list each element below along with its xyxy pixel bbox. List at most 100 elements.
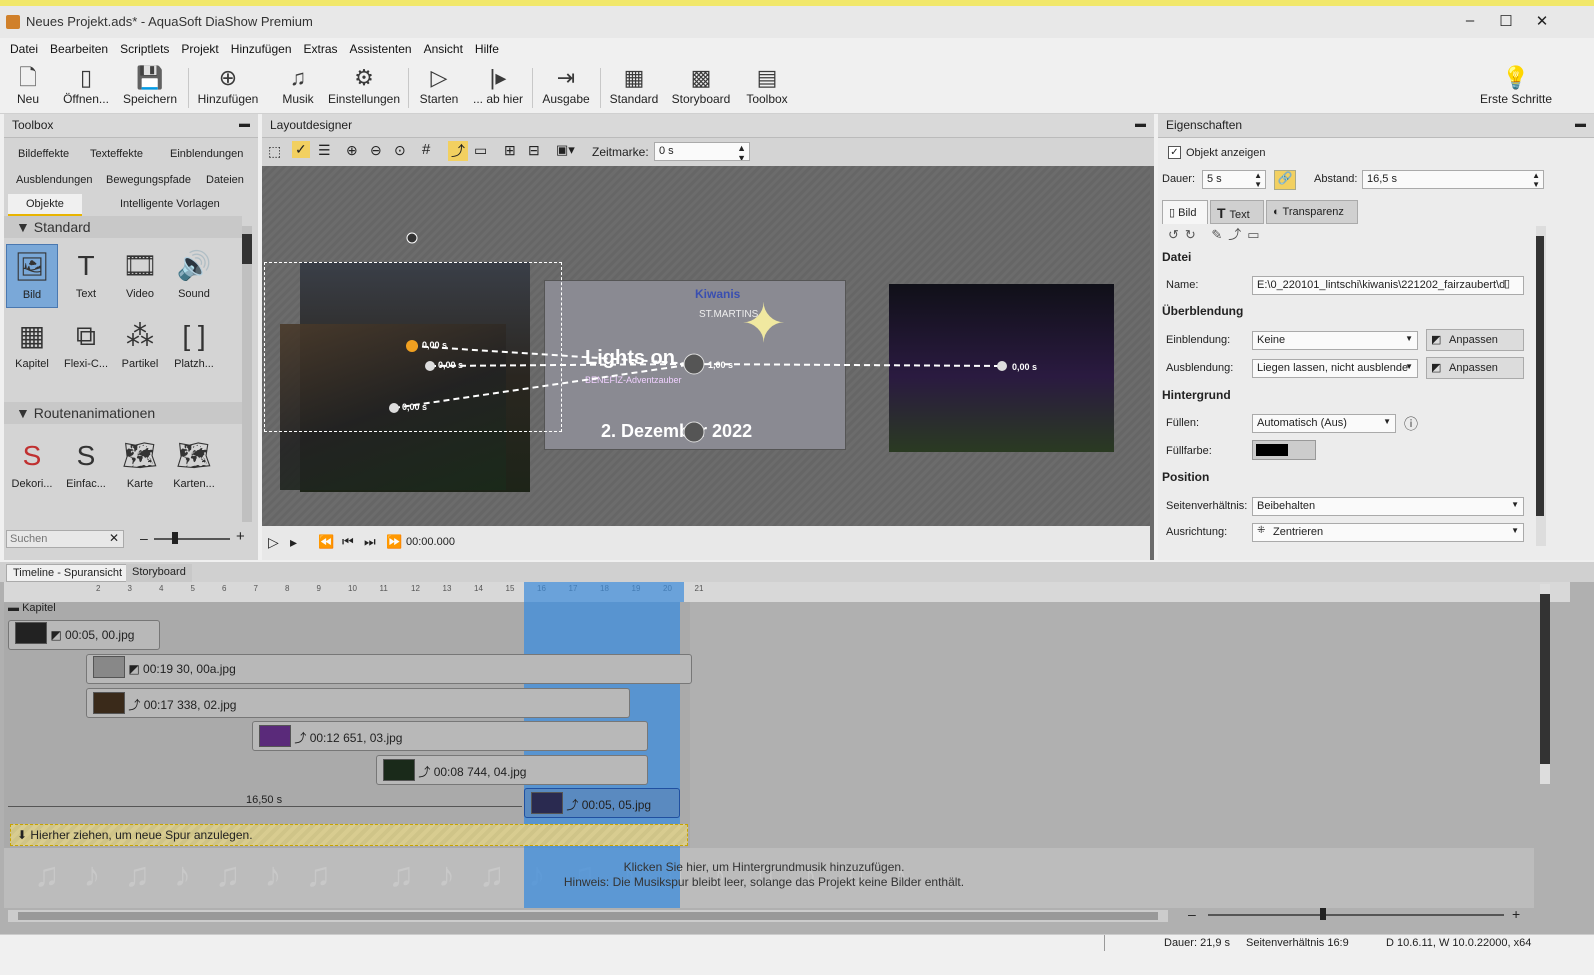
close-button[interactable]: ✕ <box>1532 12 1552 32</box>
menu-assistenten[interactable]: Assistenten <box>344 38 418 56</box>
spinner-icon[interactable]: ▲ ▼ <box>737 143 746 160</box>
tab-bildeffekte[interactable]: Bildeffekte <box>18 148 69 160</box>
tool-flexi-collage[interactable]: ⧉ Flexi-C... <box>60 314 112 378</box>
fuellen-select[interactable]: Automatisch (Aus) ▼ <box>1252 414 1396 433</box>
timeline-zoom-thumb[interactable] <box>1320 908 1326 920</box>
timeline-zoom-in[interactable]: + <box>1512 906 1520 922</box>
tab-bewegungspfade[interactable]: Bewegungspfade <box>106 174 191 186</box>
fill-color-picker[interactable] <box>1252 440 1316 460</box>
ausblendung-select[interactable]: Liegen lassen, nicht ausblende ▼ <box>1252 359 1418 378</box>
add-keyframe-icon[interactable]: ⊞ <box>504 142 516 159</box>
scrollbar-thumb[interactable] <box>242 234 252 264</box>
new-track-dropzone[interactable]: ⬇ Hierher ziehen, um neue Spur anzulegen… <box>10 824 688 846</box>
zoom-out-button[interactable]: – <box>140 530 148 546</box>
tab-objekte[interactable]: Objekte <box>8 194 82 216</box>
toolbox-search[interactable]: ✕ <box>6 530 124 548</box>
open-button[interactable]: ▯ Öffnen... <box>60 64 112 112</box>
tab-storyboard[interactable]: Storyboard <box>126 564 192 582</box>
properties-scrollbar[interactable] <box>1536 226 1546 546</box>
new-button[interactable]: 🗋 Neu <box>8 64 48 112</box>
einblendung-select[interactable]: Keine ▼ <box>1252 331 1418 350</box>
tab-ausblendungen[interactable]: Ausblendungen <box>16 174 92 186</box>
toolbox-scrollbar[interactable] <box>242 226 252 522</box>
abstand-input[interactable]: 16,5 s ▲ ▼ <box>1362 170 1544 189</box>
keyframe-marker[interactable]: 0,00 s <box>422 340 447 350</box>
rotate-icons[interactable]: ↺↻ ✎⤴▭ <box>1168 224 1266 243</box>
menu-bearbeiten[interactable]: Bearbeiten <box>44 38 114 56</box>
menu-ansicht[interactable]: Ansicht <box>418 38 469 56</box>
filename-field[interactable]: E:\0_220101_lintschi\kiwanis\221202_fair… <box>1252 276 1524 295</box>
remove-keyframe-icon[interactable]: ⊟ <box>528 142 540 159</box>
seitenverhaeltnis-select[interactable]: Beibehalten ▼ <box>1252 497 1524 516</box>
scrollbar-thumb[interactable] <box>1540 594 1550 764</box>
browse-file-icon[interactable]: ▯ <box>1504 277 1520 293</box>
keyframe-marker[interactable]: 1,00 s <box>708 360 733 370</box>
play-from-here-icon[interactable]: ▸ <box>290 534 297 551</box>
layers-icon[interactable]: ☰ <box>318 142 331 159</box>
keyframe-marker[interactable]: 0,00 s <box>1012 362 1037 372</box>
save-button[interactable]: 💾 Speichern <box>120 64 180 112</box>
track-03-jpg[interactable]: ⤴ 00:12 651, 03.jpg <box>252 721 648 751</box>
track-00-jpg[interactable]: ◩ 00:05, 00.jpg <box>8 620 160 650</box>
tool-platzhalter[interactable]: [ ] Platzh... <box>168 314 220 378</box>
zoom-fit-icon[interactable]: ⊙ <box>394 142 406 159</box>
first-steps-button[interactable]: 💡 Erste Schritte <box>1476 64 1556 112</box>
minimize-button[interactable]: – <box>1460 12 1480 32</box>
output-button[interactable]: ⇥ Ausgabe <box>538 64 594 112</box>
tab-bild[interactable]: ▯ Bild <box>1162 200 1208 224</box>
play-from-here-button[interactable]: |▸... ab hier <box>470 64 526 112</box>
zoom-slider[interactable] <box>154 538 230 540</box>
standard-view-button[interactable]: ▦ Standard <box>606 64 662 112</box>
tool-karte[interactable]: 🗺 Karte <box>114 434 166 498</box>
menu-datei[interactable]: Datei <box>4 38 44 56</box>
tool-partikel[interactable]: ⁂ Partikel <box>114 314 166 378</box>
add-button[interactable]: ⊕ Hinzufügen <box>194 64 262 112</box>
timeline-ruler[interactable]: 23456789101112131415161718192021 <box>4 582 1570 602</box>
ausblendung-anpassen-button[interactable]: ◩ Anpassen <box>1426 357 1524 379</box>
scrollbar-thumb[interactable] <box>1536 236 1544 516</box>
zoom-in-icon[interactable]: ⊕ <box>346 142 358 159</box>
play-icon[interactable]: ▷ <box>268 534 279 551</box>
pin-icon[interactable]: ▬ <box>239 118 250 130</box>
timeline-zoom-slider[interactable] <box>1208 914 1504 916</box>
rewind-icon[interactable]: ⏪ <box>318 534 334 550</box>
tab-einblendungen[interactable]: Einblendungen <box>170 148 243 160</box>
music-track[interactable]: ♫♪♫♪♫♪♫ ♫♪♫♪♫♪♫♪♫♪♫♪ Klicken Sie hier, u… <box>4 848 1534 908</box>
select-icon[interactable]: ⬚ <box>268 143 281 160</box>
search-input[interactable] <box>7 532 103 546</box>
tab-dateien[interactable]: Dateien <box>206 174 244 186</box>
tool-dekoriert[interactable]: S Dekori... <box>6 434 58 498</box>
keyframe-marker[interactable]: 0,00 s <box>402 402 427 412</box>
path-icon[interactable]: ⤴ <box>448 141 468 161</box>
clear-icon[interactable]: ✕ <box>109 531 119 545</box>
track-02-jpg[interactable]: ⤴ 00:17 338, 02.jpg <box>86 688 630 718</box>
tab-timeline-spuransicht[interactable]: Timeline - Spuransicht <box>6 564 130 582</box>
tool-karten-route[interactable]: 🗺 Karten... <box>168 434 220 498</box>
timeline-hscrollbar[interactable] <box>8 910 1168 922</box>
track-00a-jpg[interactable]: ◩ 00:19 30, 00a.jpg <box>86 654 692 684</box>
frame-icon[interactable]: ▭ <box>474 142 487 159</box>
layout-canvas[interactable]: Kiwanis ST.MARTINS Lights on BENEFIZ-Adv… <box>262 166 1150 526</box>
next-icon[interactable]: ⏭ <box>364 534 376 550</box>
tool-bild[interactable]: 🖼 Bild <box>6 244 58 308</box>
grid-icon[interactable]: # <box>422 141 430 158</box>
tool-kapitel[interactable]: ▦ Kapitel <box>6 314 58 378</box>
tab-texteffekte[interactable]: Texteffekte <box>90 148 143 160</box>
tool-sound[interactable]: 🔊 Sound <box>168 244 220 308</box>
menu-scriptlets[interactable]: Scriptlets <box>114 38 175 56</box>
dauer-input[interactable]: 5 s ▲ ▼ <box>1202 170 1266 189</box>
zoom-in-button[interactable]: + <box>236 528 245 545</box>
show-object-checkbox[interactable]: ✓ <box>1168 146 1181 159</box>
maximize-button[interactable]: ☐ <box>1496 12 1516 32</box>
snap-icon[interactable]: ✓ <box>292 141 310 158</box>
pin-icon[interactable]: ▬ <box>1575 118 1586 130</box>
layout-menu-icon[interactable]: ▣▾ <box>556 142 575 158</box>
zeitmarke-input[interactable]: 0 s ▲ ▼ <box>654 142 750 161</box>
fast-forward-icon[interactable]: ⏩ <box>386 534 402 550</box>
track-04-jpg[interactable]: ⤴ 00:08 744, 04.jpg <box>376 755 648 785</box>
toolbox-view-button[interactable]: ▤ Toolbox <box>742 64 792 112</box>
ausrichtung-select[interactable]: ⁜ Zentrieren ▼ <box>1252 523 1524 542</box>
timeline-zoom-out[interactable]: – <box>1188 906 1196 922</box>
tool-video[interactable]: 🎞 Video <box>114 244 166 308</box>
spinner-icon[interactable]: ▲ ▼ <box>1532 171 1540 188</box>
